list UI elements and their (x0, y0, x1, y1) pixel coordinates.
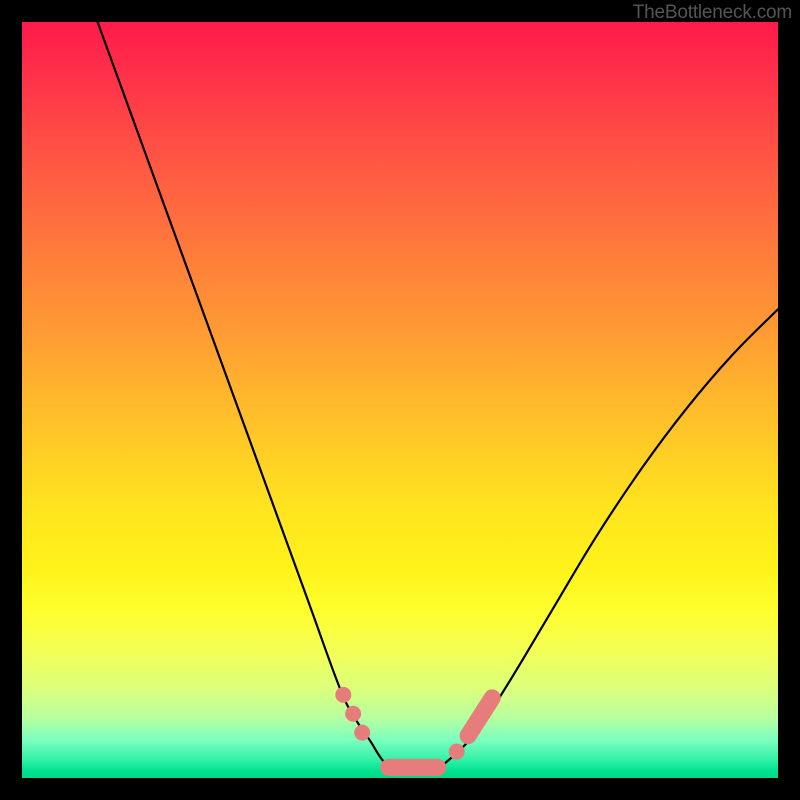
marker-layer (335, 687, 492, 768)
bottleneck-curve (98, 22, 778, 771)
plot-area (22, 22, 778, 778)
marker-point (354, 725, 370, 741)
marker-capsule (468, 698, 492, 736)
chart-frame: TheBottleneck.com (0, 0, 800, 800)
marker-point (345, 706, 361, 722)
watermark-label: TheBottleneck.com (633, 2, 792, 24)
marker-point (449, 744, 465, 760)
chart-svg (22, 22, 778, 778)
marker-point (335, 687, 351, 703)
